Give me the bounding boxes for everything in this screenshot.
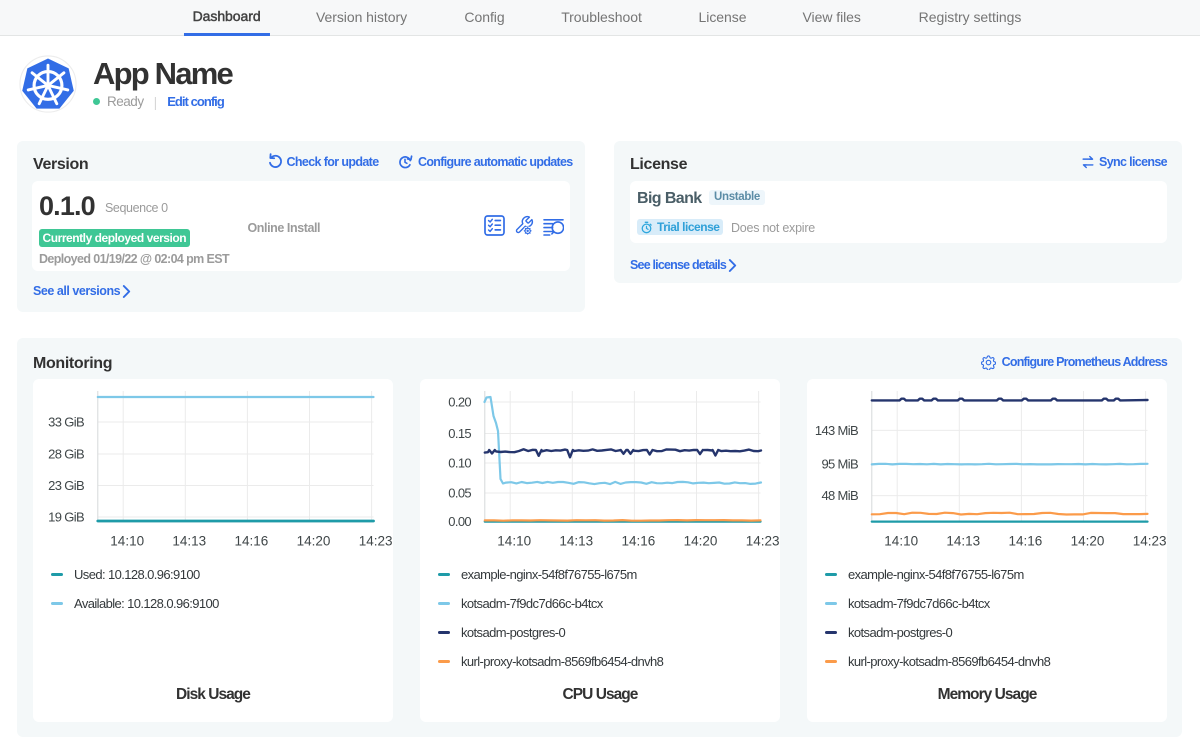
svg-text:0.00: 0.00	[448, 514, 471, 529]
svg-text:48 MiB: 48 MiB	[821, 488, 858, 503]
svg-text:14:16: 14:16	[622, 534, 656, 549]
svg-text:14:23: 14:23	[359, 534, 393, 549]
svg-text:14:20: 14:20	[297, 534, 331, 549]
svg-text:14:20: 14:20	[1071, 534, 1105, 549]
svg-text:23 GiB: 23 GiB	[48, 478, 84, 493]
svg-text:28 GiB: 28 GiB	[48, 447, 84, 462]
svg-text:0.05: 0.05	[448, 486, 471, 501]
svg-text:0.15: 0.15	[448, 426, 471, 441]
svg-text:19 GiB: 19 GiB	[48, 510, 84, 525]
svg-text:14:13: 14:13	[559, 534, 593, 549]
svg-text:14:13: 14:13	[172, 534, 206, 549]
svg-text:14:23: 14:23	[1133, 534, 1167, 549]
svg-text:0.10: 0.10	[448, 456, 471, 471]
svg-text:14:23: 14:23	[746, 534, 780, 549]
svg-text:143 MiB: 143 MiB	[815, 423, 858, 438]
svg-text:14:10: 14:10	[110, 534, 144, 549]
svg-text:14:13: 14:13	[946, 534, 980, 549]
svg-text:14:10: 14:10	[497, 534, 531, 549]
svg-text:14:10: 14:10	[884, 534, 918, 549]
svg-text:33 GiB: 33 GiB	[48, 415, 84, 430]
svg-text:95 MiB: 95 MiB	[821, 456, 858, 471]
svg-text:0.20: 0.20	[448, 395, 471, 410]
svg-text:14:16: 14:16	[1009, 534, 1043, 549]
svg-text:14:16: 14:16	[235, 534, 269, 549]
svg-text:14:20: 14:20	[684, 534, 718, 549]
